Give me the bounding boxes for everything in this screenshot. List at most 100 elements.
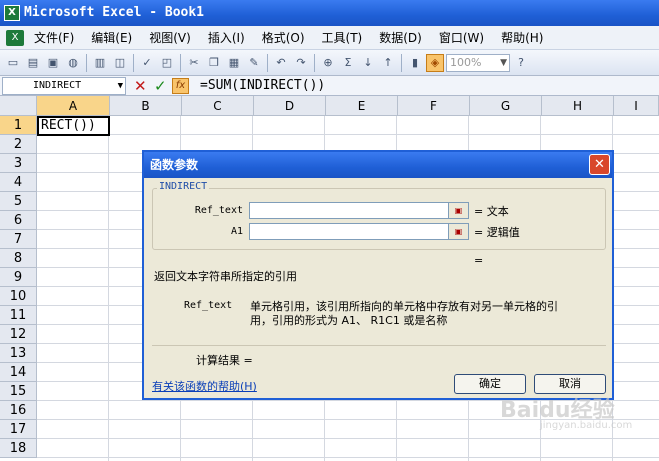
row-header-12[interactable]: 12 bbox=[0, 325, 37, 344]
spelling-icon[interactable]: ✓ bbox=[138, 54, 156, 72]
row-header-15[interactable]: 15 bbox=[0, 382, 37, 401]
help-icon[interactable]: ? bbox=[512, 54, 530, 72]
menu-window[interactable]: 窗口(W) bbox=[439, 29, 484, 46]
sort-descending-icon[interactable]: ↑ bbox=[379, 54, 397, 72]
row-header-18[interactable]: 18 bbox=[0, 439, 37, 458]
row-header-1[interactable]: 1 bbox=[0, 116, 37, 135]
format-painter-icon[interactable]: ✎ bbox=[245, 54, 263, 72]
print-preview-icon[interactable]: ◫ bbox=[111, 54, 129, 72]
toolbar-separator bbox=[314, 53, 315, 72]
row-header-4[interactable]: 4 bbox=[0, 173, 37, 192]
chart-wizard-icon[interactable]: ▮ bbox=[406, 54, 424, 72]
cancel-entry-icon[interactable]: ✕ bbox=[134, 76, 147, 96]
active-cell-a1[interactable]: RECT()) bbox=[37, 116, 110, 136]
toolbar-separator bbox=[180, 53, 181, 72]
function-result-eq: = bbox=[474, 254, 484, 267]
copy-icon[interactable]: ❐ bbox=[205, 54, 223, 72]
drawing-icon[interactable]: ◈ bbox=[426, 53, 444, 72]
column-header-e[interactable]: E bbox=[326, 96, 398, 116]
function-arguments-dialog: 函数参数 ✕ INDIRECT Ref_text ▣ = 文本 A1 ▣ = 逻… bbox=[142, 150, 614, 400]
permission-icon[interactable]: ◍ bbox=[64, 54, 82, 72]
collapse-dialog-icon[interactable]: ▣ bbox=[448, 224, 468, 239]
arguments-group: INDIRECT Ref_text ▣ = 文本 A1 ▣ = 逻辑值 bbox=[152, 181, 606, 250]
column-header-a[interactable]: A bbox=[37, 96, 110, 116]
toolbar-separator bbox=[401, 53, 402, 72]
cut-icon[interactable]: ✂ bbox=[185, 54, 203, 72]
formula-text[interactable]: =SUM(INDIRECT()) bbox=[200, 76, 325, 96]
menu-help[interactable]: 帮助(H) bbox=[501, 29, 543, 46]
baidu-watermark-url: jingyan.baidu.com bbox=[540, 420, 633, 431]
arg-hint-ref-text: = 文本 bbox=[474, 205, 509, 218]
excel-app-icon: X bbox=[4, 5, 20, 21]
save-icon[interactable]: ▣ bbox=[44, 54, 62, 72]
cancel-button[interactable]: 取消 bbox=[534, 374, 606, 394]
hyperlink-icon[interactable]: ⊕ bbox=[319, 54, 337, 72]
row-header-17[interactable]: 17 bbox=[0, 420, 37, 439]
row-header-8[interactable]: 8 bbox=[0, 249, 37, 268]
select-all-corner[interactable] bbox=[0, 96, 37, 116]
menu-file[interactable]: 文件(F) bbox=[34, 29, 74, 46]
row-header-2[interactable]: 2 bbox=[0, 135, 37, 154]
arg-hint-a1: = 逻辑值 bbox=[474, 226, 520, 239]
name-box-value: INDIRECT bbox=[33, 80, 82, 91]
column-header-b[interactable]: B bbox=[110, 96, 182, 116]
function-description: 返回文本字符串所指定的引用 bbox=[154, 270, 297, 283]
menu-data[interactable]: 数据(D) bbox=[379, 29, 422, 46]
row-header-6[interactable]: 6 bbox=[0, 211, 37, 230]
insert-function-icon[interactable]: fx bbox=[172, 78, 189, 94]
arg-label-a1: A1 bbox=[230, 226, 243, 237]
menu-tools[interactable]: 工具(T) bbox=[322, 29, 363, 46]
ref-text-input[interactable]: ▣ bbox=[249, 202, 469, 219]
column-header-c[interactable]: C bbox=[182, 96, 254, 116]
window-title: Microsoft Excel - Book1 bbox=[24, 5, 205, 20]
column-header-i[interactable]: I bbox=[614, 96, 659, 116]
menu-insert[interactable]: 插入(I) bbox=[208, 29, 245, 46]
row-header-9[interactable]: 9 bbox=[0, 268, 37, 287]
workbook-icon[interactable]: X bbox=[6, 29, 24, 46]
undo-icon[interactable]: ↶ bbox=[272, 54, 290, 72]
row-header-13[interactable]: 13 bbox=[0, 344, 37, 363]
row-header-7[interactable]: 7 bbox=[0, 230, 37, 249]
column-header-d[interactable]: D bbox=[254, 96, 326, 116]
row-header-10[interactable]: 10 bbox=[0, 287, 37, 306]
dialog-title: 函数参数 bbox=[144, 152, 612, 178]
open-folder-icon[interactable]: ▤ bbox=[24, 54, 42, 72]
a1-input[interactable]: ▣ bbox=[249, 223, 469, 240]
sort-ascending-icon[interactable]: ↓ bbox=[359, 54, 377, 72]
chevron-down-icon: ▼ bbox=[500, 57, 507, 68]
autosum-icon[interactable]: Σ bbox=[339, 54, 357, 72]
research-icon[interactable]: ◰ bbox=[158, 54, 176, 72]
column-header-f[interactable]: F bbox=[398, 96, 470, 116]
print-icon[interactable]: ▥ bbox=[91, 54, 109, 72]
close-icon[interactable]: ✕ bbox=[589, 154, 610, 175]
new-file-icon[interactable]: ▭ bbox=[4, 54, 22, 72]
zoom-value: 100% bbox=[450, 55, 482, 69]
calc-result: 计算结果 = bbox=[196, 354, 253, 367]
paste-icon[interactable]: ▦ bbox=[225, 54, 243, 72]
ok-button[interactable]: 确定 bbox=[454, 374, 526, 394]
title-bar: X Microsoft Excel - Book1 bbox=[0, 0, 659, 26]
toolbar-separator bbox=[133, 53, 134, 72]
menu-format[interactable]: 格式(O) bbox=[262, 29, 305, 46]
collapse-dialog-icon[interactable]: ▣ bbox=[448, 203, 468, 218]
redo-icon[interactable]: ↷ bbox=[292, 54, 310, 72]
row-header-16[interactable]: 16 bbox=[0, 401, 37, 420]
confirm-entry-icon[interactable]: ✓ bbox=[154, 76, 167, 96]
column-header-h[interactable]: H bbox=[542, 96, 614, 116]
row-header-14[interactable]: 14 bbox=[0, 363, 37, 382]
name-box[interactable]: INDIRECT ▼ bbox=[2, 77, 126, 95]
toolbar-separator bbox=[267, 53, 268, 72]
menu-edit[interactable]: 编辑(E) bbox=[91, 29, 132, 46]
menu-bar: X 文件(F) 编辑(E) 视图(V) 插入(I) 格式(O) 工具(T) 数据… bbox=[0, 26, 659, 50]
column-header-g[interactable]: G bbox=[470, 96, 542, 116]
dialog-divider bbox=[152, 345, 606, 346]
zoom-select[interactable]: 100% ▼ bbox=[446, 53, 510, 72]
row-header-5[interactable]: 5 bbox=[0, 192, 37, 211]
formula-bar: INDIRECT ▼ ✕ ✓ fx =SUM(INDIRECT()) bbox=[0, 76, 659, 96]
menu-view[interactable]: 视图(V) bbox=[149, 29, 191, 46]
function-help-link[interactable]: 有关该函数的帮助(H) bbox=[152, 378, 257, 394]
param-description-line2: 用，引用的形式为 A1、 R1C1 或是名称 bbox=[250, 314, 448, 327]
function-name-label: INDIRECT bbox=[157, 181, 210, 192]
row-header-3[interactable]: 3 bbox=[0, 154, 37, 173]
row-header-11[interactable]: 11 bbox=[0, 306, 37, 325]
